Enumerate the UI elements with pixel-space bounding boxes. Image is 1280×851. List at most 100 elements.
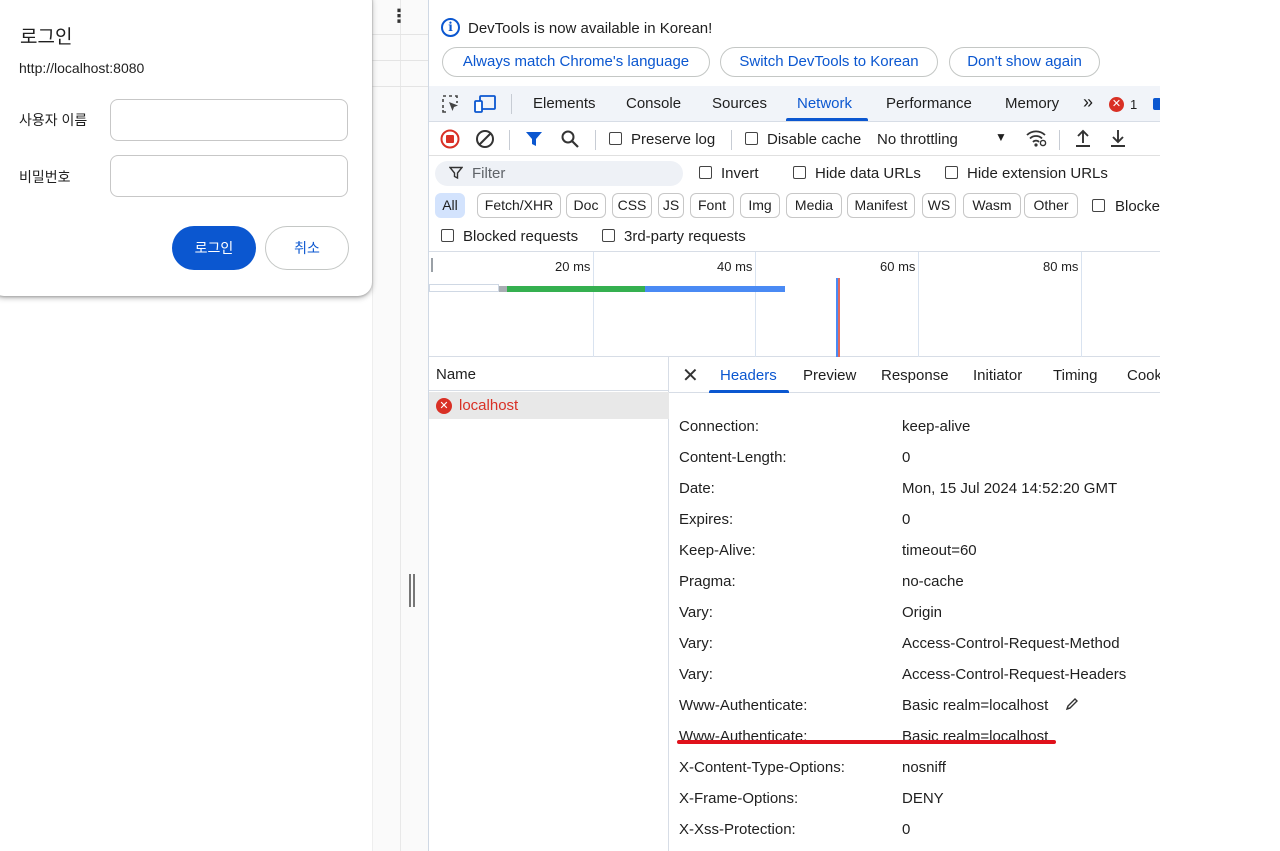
- disable-cache-checkbox[interactable]: [745, 132, 758, 145]
- export-har-icon[interactable]: [1109, 128, 1127, 148]
- type-filter-manifest[interactable]: Manifest: [847, 193, 915, 218]
- error-icon[interactable]: ✕: [1109, 97, 1124, 112]
- header-name: Vary:: [679, 635, 713, 652]
- blocked-requests-checkbox[interactable]: [441, 229, 454, 242]
- header-name: Expires:: [679, 511, 734, 528]
- request-bar-queue: [429, 284, 499, 292]
- blocked-cookies-label[interactable]: Blocke: [1115, 198, 1160, 215]
- strip-row: [372, 34, 428, 35]
- blocked-requests-label[interactable]: Blocked requests: [463, 228, 578, 245]
- blocked-cookies-checkbox[interactable]: [1092, 199, 1105, 212]
- active-tab-indicator: [786, 118, 868, 121]
- third-party-checkbox[interactable]: [602, 229, 615, 242]
- issues-icon[interactable]: [1153, 98, 1160, 110]
- network-conditions-icon[interactable]: [1025, 128, 1047, 148]
- type-filter-wasm[interactable]: Wasm: [963, 193, 1021, 218]
- request-list-header: Name: [429, 357, 669, 391]
- dropdown-arrow-icon[interactable]: ▼: [995, 130, 1007, 144]
- hide-data-urls-checkbox[interactable]: [793, 166, 806, 179]
- edit-pencil-icon[interactable]: [1064, 696, 1080, 712]
- panel-resize-handle[interactable]: [409, 574, 416, 607]
- request-detail-pane: ✕ Headers Preview Response Initiator Tim…: [669, 357, 1160, 851]
- type-filter-js[interactable]: JS: [658, 193, 684, 218]
- throttling-select[interactable]: No throttling: [877, 131, 958, 148]
- error-icon: ✕: [436, 398, 452, 414]
- tab-console[interactable]: Console: [626, 95, 681, 112]
- header-value: 0: [902, 449, 911, 466]
- header-name: Vary:: [679, 666, 713, 683]
- detail-tab-response[interactable]: Response: [881, 367, 949, 384]
- switch-korean-button[interactable]: Switch DevTools to Korean: [720, 47, 938, 77]
- name-column-header[interactable]: Name: [436, 366, 476, 383]
- tab-memory[interactable]: Memory: [1005, 95, 1059, 112]
- request-row[interactable]: ✕ localhost: [429, 392, 669, 419]
- header-name: X-Xss-Protection:: [679, 821, 796, 838]
- tab-performance[interactable]: Performance: [886, 95, 972, 112]
- header-name: Pragma:: [679, 573, 736, 590]
- detail-tab-cookies[interactable]: Cook: [1127, 367, 1160, 384]
- header-row: Vary: Access-Control-Request-Method: [669, 625, 1160, 656]
- header-name: X-Frame-Options:: [679, 790, 799, 807]
- timeline-handle[interactable]: [431, 258, 433, 272]
- username-label: 사용자 이름: [19, 112, 88, 128]
- search-icon[interactable]: [560, 129, 580, 149]
- device-toolbar-icon[interactable]: [474, 94, 498, 114]
- filter-funnel-icon[interactable]: [525, 130, 543, 148]
- toolbar-divider: [595, 130, 596, 150]
- third-party-label[interactable]: 3rd-party requests: [624, 228, 746, 245]
- header-value: Basic realm=localhost: [902, 697, 1049, 714]
- type-filter-all[interactable]: All: [435, 193, 465, 218]
- close-icon[interactable]: ✕: [682, 363, 699, 388]
- preserve-log-checkbox[interactable]: [609, 132, 622, 145]
- record-stop-icon[interactable]: [440, 129, 460, 149]
- timeline-gridline: [918, 252, 919, 357]
- disable-cache-label[interactable]: Disable cache: [767, 131, 861, 148]
- tab-elements[interactable]: Elements: [533, 95, 596, 112]
- toolbar-divider: [731, 130, 732, 150]
- type-filter-img[interactable]: Img: [740, 193, 780, 218]
- header-name: Vary:: [679, 604, 713, 621]
- invert-label[interactable]: Invert: [721, 165, 759, 182]
- type-filter-css[interactable]: CSS: [612, 193, 652, 218]
- language-infobar: i DevTools is now available in Korean! A…: [429, 0, 1160, 86]
- hide-extension-urls-label[interactable]: Hide extension URLs: [967, 165, 1108, 182]
- clear-icon[interactable]: [475, 129, 495, 149]
- invert-checkbox[interactable]: [699, 166, 712, 179]
- detail-tab-timing[interactable]: Timing: [1053, 367, 1097, 384]
- info-icon: i: [441, 18, 460, 37]
- error-count[interactable]: 1: [1130, 97, 1137, 112]
- devtools-panel: i DevTools is now available in Korean! A…: [428, 0, 1160, 851]
- request-list: Name ✕ localhost: [429, 357, 669, 851]
- cancel-button[interactable]: 취소: [265, 226, 349, 270]
- type-filter-font[interactable]: Font: [690, 193, 734, 218]
- detail-tab-preview[interactable]: Preview: [803, 367, 856, 384]
- inspect-element-icon[interactable]: [441, 94, 461, 114]
- preserve-log-label[interactable]: Preserve log: [631, 131, 715, 148]
- type-filter-doc[interactable]: Doc: [566, 193, 606, 218]
- network-overview[interactable]: 20 ms 40 ms 60 ms 80 ms: [429, 252, 1160, 357]
- username-field[interactable]: [110, 99, 348, 141]
- more-tabs-chevron-icon[interactable]: »: [1083, 92, 1093, 113]
- import-har-icon[interactable]: [1074, 128, 1092, 148]
- match-language-button[interactable]: Always match Chrome's language: [442, 47, 710, 77]
- type-filter-fetch-xhr[interactable]: Fetch/XHR: [477, 193, 561, 218]
- detail-tab-initiator[interactable]: Initiator: [973, 367, 1022, 384]
- type-filter-media[interactable]: Media: [786, 193, 842, 218]
- hide-extension-urls-checkbox[interactable]: [945, 166, 958, 179]
- strip-row: [372, 86, 428, 87]
- tab-network[interactable]: Network: [797, 95, 852, 112]
- hide-data-urls-label[interactable]: Hide data URLs: [815, 165, 921, 182]
- detail-tab-headers[interactable]: Headers: [720, 367, 777, 384]
- password-field[interactable]: [110, 155, 348, 197]
- page-viewport: ⋮ 로그인 http://localhost:8080 사용자 이름 비밀번호 …: [0, 0, 428, 851]
- filter-bar: Filter Invert Hide data URLs Hide extens…: [429, 156, 1160, 252]
- request-name[interactable]: localhost: [459, 397, 518, 414]
- type-filter-other[interactable]: Other: [1024, 193, 1078, 218]
- strip-divider: [400, 0, 401, 851]
- more-vert-icon[interactable]: ⋮: [390, 6, 408, 27]
- tab-sources[interactable]: Sources: [712, 95, 767, 112]
- timeline-tick-label: 40 ms: [717, 259, 753, 274]
- login-button[interactable]: 로그인: [172, 226, 256, 270]
- dont-show-again-button[interactable]: Don't show again: [949, 47, 1100, 77]
- type-filter-ws[interactable]: WS: [922, 193, 956, 218]
